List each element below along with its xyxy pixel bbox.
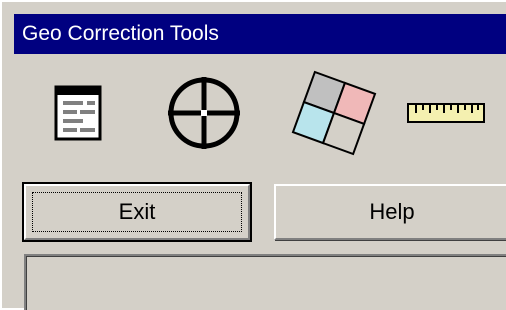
form-tool-button[interactable]: [40, 54, 116, 172]
status-bar: [24, 254, 506, 310]
geo-correction-tools-window: Geo Correction Tools Exit Help: [0, 0, 506, 310]
ruler-icon: [407, 103, 485, 123]
exit-button-label: Exit: [118, 199, 156, 224]
tile-grid-tool-button[interactable]: [280, 54, 388, 172]
status-text: [26, 256, 506, 310]
toolbar: [14, 54, 506, 172]
window-title: Geo Correction Tools: [14, 14, 506, 54]
form-icon: [54, 85, 102, 141]
crosshair-icon: [168, 77, 240, 149]
help-button-label: Help: [369, 199, 415, 224]
measure-tool-button[interactable]: [404, 54, 488, 172]
grid-tiles-icon: [291, 70, 377, 156]
exit-button[interactable]: Exit: [22, 182, 252, 242]
crosshair-tool-button[interactable]: [154, 54, 254, 172]
help-button[interactable]: Help: [274, 184, 506, 240]
